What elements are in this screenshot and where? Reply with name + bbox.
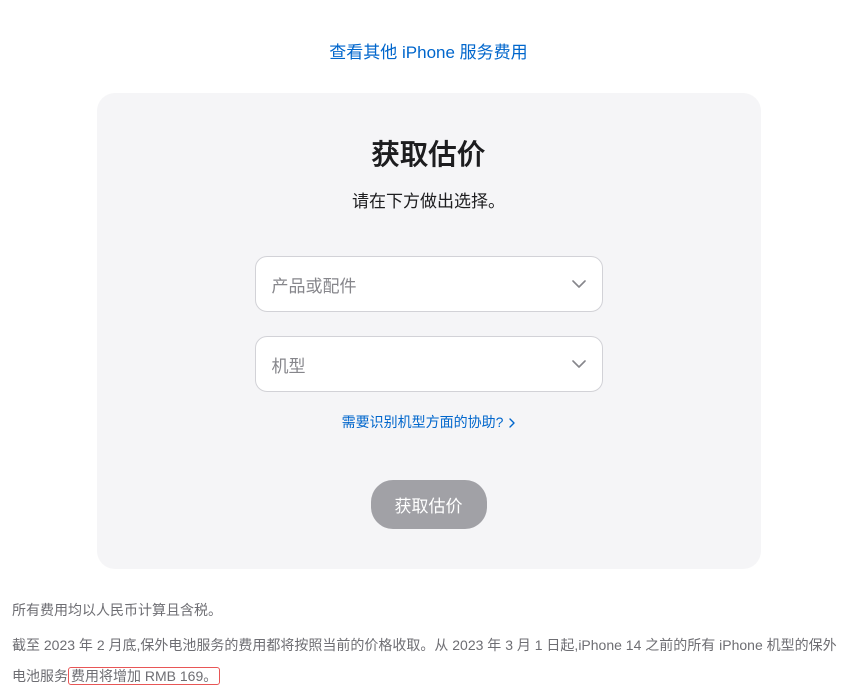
- product-select-wrap: 产品或配件: [255, 256, 603, 312]
- chevron-down-icon: [572, 360, 586, 368]
- footer-line-2: 截至 2023 年 2 月底,保外电池服务的费用都将按照当前的价格收取。从 20…: [12, 630, 845, 691]
- card-subtitle: 请在下方做出选择。: [137, 187, 721, 212]
- identify-model-help-link[interactable]: 需要识别机型方面的协助?: [342, 414, 516, 430]
- price-increase-highlight: 费用将增加 RMB 169。: [68, 667, 220, 685]
- chevron-down-icon: [572, 280, 586, 288]
- model-select-placeholder: 机型: [272, 352, 306, 377]
- card-title: 获取估价: [137, 133, 721, 173]
- product-select[interactable]: 产品或配件: [255, 256, 603, 312]
- help-link-text: 需要识别机型方面的协助?: [342, 414, 504, 430]
- model-select[interactable]: 机型: [255, 336, 603, 392]
- help-link-container: 需要识别机型方面的协助?: [137, 412, 721, 432]
- footer-line-1: 所有费用均以人民币计算且含税。: [12, 595, 845, 626]
- product-select-placeholder: 产品或配件: [272, 272, 357, 297]
- other-iphone-fees-link[interactable]: 查看其他 iPhone 服务费用: [329, 43, 527, 62]
- get-estimate-button[interactable]: 获取估价: [371, 480, 487, 529]
- top-link-container: 查看其他 iPhone 服务费用: [0, 0, 857, 93]
- estimate-card: 获取估价 请在下方做出选择。 产品或配件 机型 需要识别机型方面的协助? 获取估…: [97, 93, 761, 569]
- model-select-wrap: 机型: [255, 336, 603, 392]
- footer-notes: 所有费用均以人民币计算且含税。 截至 2023 年 2 月底,保外电池服务的费用…: [0, 569, 857, 691]
- chevron-right-icon: [509, 415, 515, 431]
